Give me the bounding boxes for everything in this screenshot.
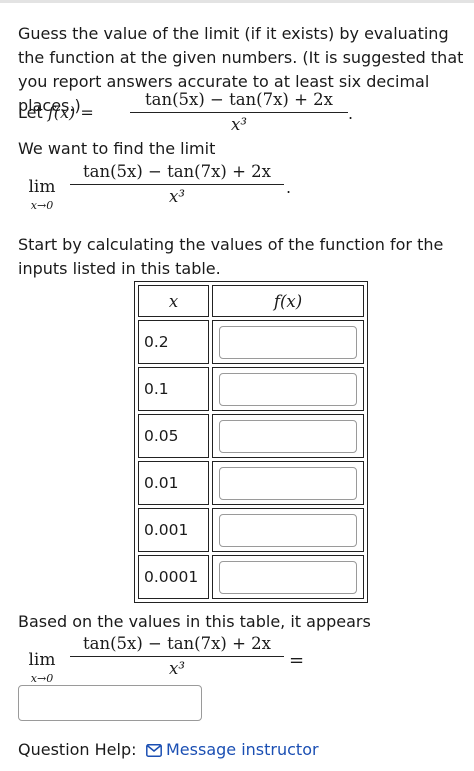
x-value: 0.0001 <box>138 555 209 599</box>
fraction-bar <box>130 112 348 113</box>
function-fraction: tan(5x) − tan(7x) + 2x x³ <box>130 90 348 134</box>
header-x: x <box>138 285 209 317</box>
fx-input[interactable] <box>219 325 357 359</box>
equals-sign: = <box>289 650 305 671</box>
limit-answer-input[interactable] <box>18 685 202 721</box>
fx-label: f(x) = <box>47 103 94 122</box>
x-value: 0.01 <box>138 461 209 505</box>
message-instructor-link[interactable]: Message instructor <box>146 740 319 759</box>
fraction-denominator: x³ <box>231 115 247 134</box>
period: . <box>348 104 354 123</box>
fraction-numerator: tan(5x) − tan(7x) + 2x <box>145 90 333 109</box>
x-value: 0.2 <box>138 320 209 364</box>
limit-operator: lim x→0 <box>28 650 56 685</box>
fx-input[interactable] <box>219 419 357 453</box>
table-row: 0.01 <box>138 461 364 505</box>
fx-input[interactable] <box>219 466 357 500</box>
x-value: 0.05 <box>138 414 209 458</box>
table-intro: Start by calculating the values of the f… <box>18 235 444 278</box>
table-row: 0.1 <box>138 367 364 411</box>
table-row: 0.2 <box>138 320 364 364</box>
limit-fraction: tan(5x) − tan(7x) + 2x x³ <box>70 634 284 678</box>
period: . <box>286 178 292 197</box>
conclusion-text: Based on the values in this table, it ap… <box>18 612 371 631</box>
x-value: 0.001 <box>138 508 209 552</box>
fx-input[interactable] <box>219 372 357 406</box>
values-table: x f(x) 0.2 0.1 0.05 0.01 0.001 0.0001 <box>134 281 368 603</box>
function-definition: Let f(x) = tan(5x) − tan(7x) + 2x x³ . <box>18 90 468 140</box>
message-instructor-label: Message instructor <box>166 740 319 759</box>
let-label: Let f(x) = <box>18 103 94 122</box>
limit-intro: We want to find the limit <box>18 139 216 158</box>
header-fx: f(x) <box>212 285 364 317</box>
x-value: 0.1 <box>138 367 209 411</box>
table-row: 0.001 <box>138 508 364 552</box>
top-divider <box>0 0 474 3</box>
fx-input[interactable] <box>219 560 357 594</box>
question-help-label: Question Help: <box>18 740 137 759</box>
fx-input[interactable] <box>219 513 357 547</box>
envelope-icon <box>146 744 162 757</box>
table-row: 0.0001 <box>138 555 364 599</box>
limit-operator: lim x→0 <box>28 177 56 212</box>
table-row: 0.05 <box>138 414 364 458</box>
limit-fraction: tan(5x) − tan(7x) + 2x x³ <box>70 162 284 206</box>
